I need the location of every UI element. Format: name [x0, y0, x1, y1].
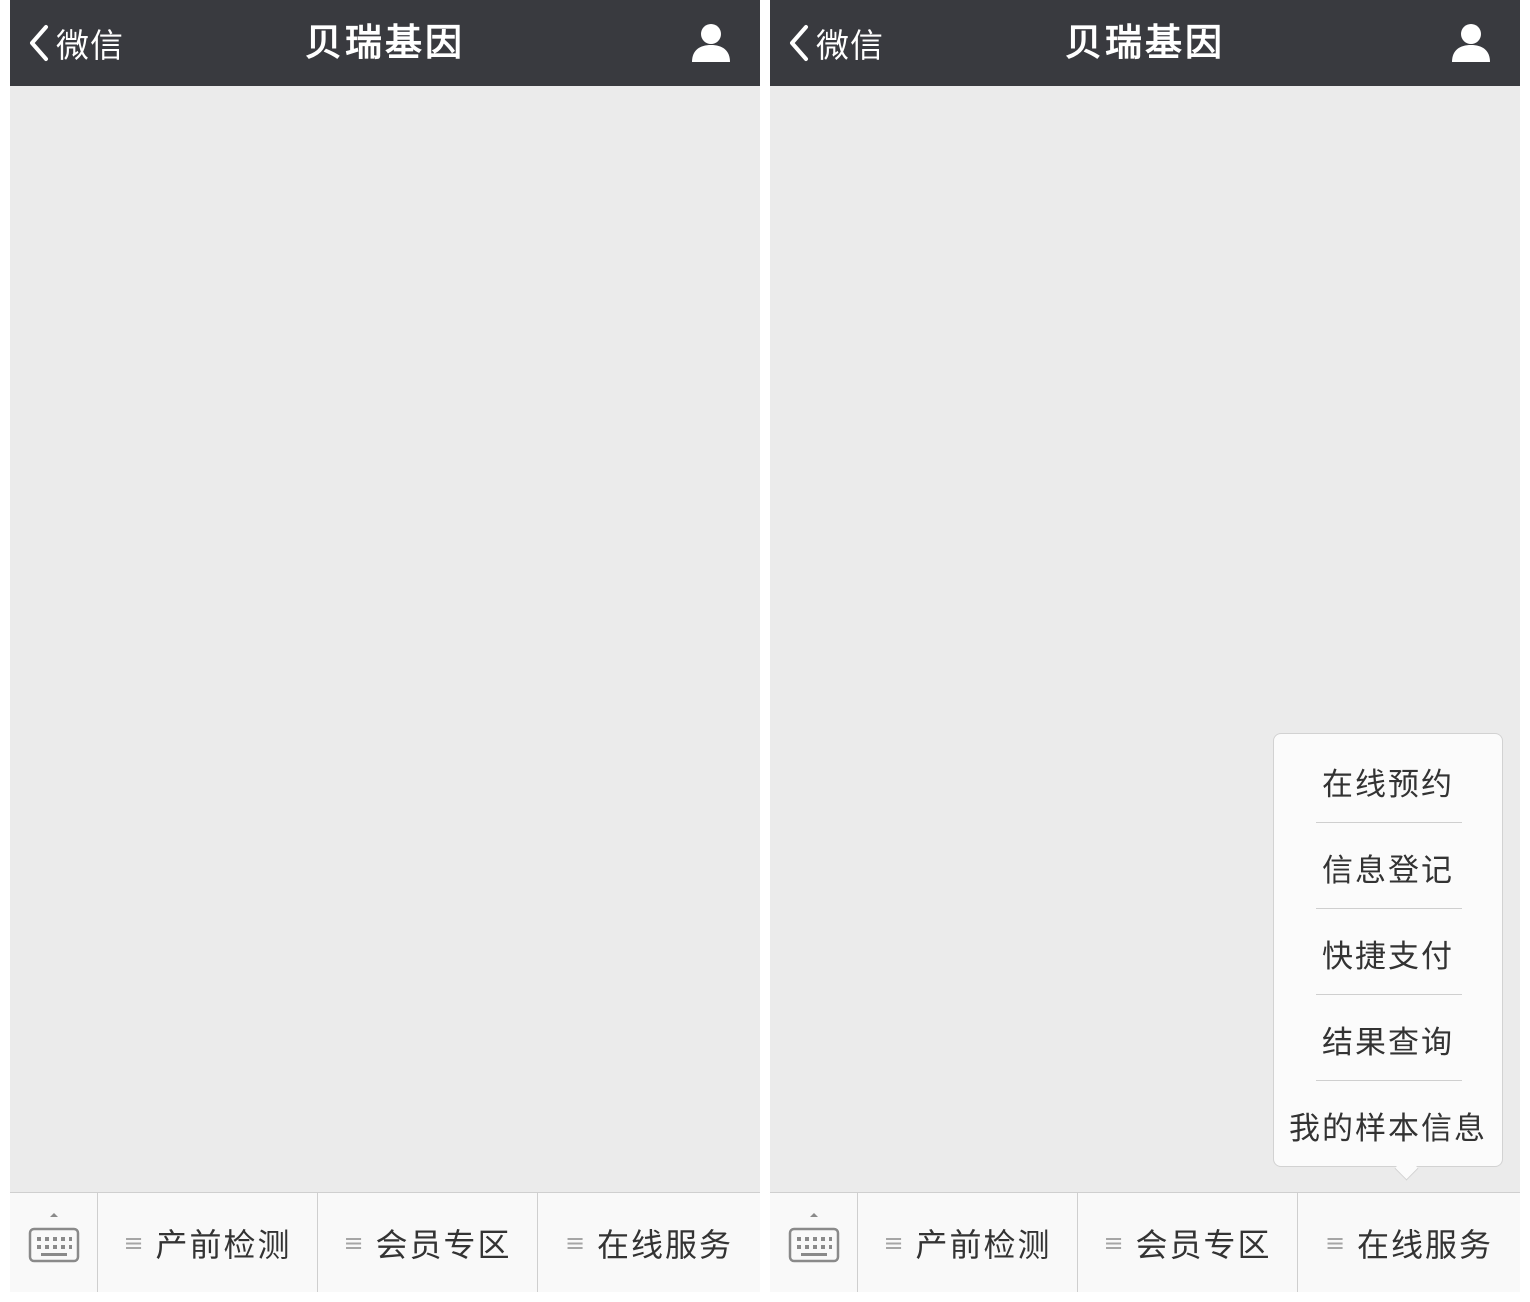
- menu-tab-member-zone[interactable]: ≡ 会员专区: [318, 1193, 538, 1292]
- menu-lines-icon: ≡: [343, 1228, 364, 1257]
- back-button[interactable]: 微信: [28, 0, 124, 86]
- menu-lines-icon: ≡: [883, 1228, 904, 1257]
- menu-tab-label: 会员专区: [1135, 1225, 1272, 1264]
- person-icon: [690, 24, 732, 68]
- menu-lines-icon: ≡: [123, 1228, 144, 1257]
- menu-lines-icon: ≡: [564, 1228, 586, 1257]
- submenu-divider: [1316, 994, 1462, 995]
- custom-menu-bar: ≡ 产前检测 ≡ 会员专区 ≡ 在线服务: [10, 1192, 760, 1292]
- menu-tab-online-service[interactable]: ≡ 在线服务: [538, 1193, 760, 1292]
- menu-tab-online-service[interactable]: ≡ 在线服务: [1298, 1193, 1520, 1292]
- menu-lines-icon: ≡: [1103, 1228, 1124, 1257]
- navbar: 微信 贝瑞基因: [770, 0, 1520, 86]
- back-button[interactable]: 微信: [788, 0, 884, 86]
- menu-lines-icon: ≡: [1324, 1228, 1346, 1257]
- profile-button[interactable]: [1450, 22, 1492, 64]
- menu-tab-prenatal-testing[interactable]: ≡ 产前检测: [858, 1193, 1078, 1292]
- profile-button[interactable]: [690, 22, 732, 64]
- chevron-left-icon: [28, 24, 50, 62]
- menu-tab-label: 在线服务: [597, 1225, 734, 1264]
- menu-tab-label: 产前检测: [155, 1225, 292, 1264]
- submenu-divider: [1316, 1080, 1462, 1081]
- submenu-item-result-query[interactable]: 结果查询: [1274, 996, 1502, 1082]
- custom-menu-bar: ≡ 产前检测 ≡ 会员专区 ≡ 在线服务: [770, 1192, 1520, 1292]
- menu-tab-member-zone[interactable]: ≡ 会员专区: [1078, 1193, 1298, 1292]
- navbar: 微信 贝瑞基因: [10, 0, 760, 86]
- online-service-submenu: 在线预约 信息登记 快捷支付 结果查询 我的样本信息: [1273, 733, 1503, 1167]
- menu-tab-prenatal-testing[interactable]: ≡ 产前检测: [98, 1193, 318, 1292]
- submenu-item-online-booking[interactable]: 在线预约: [1274, 738, 1502, 824]
- submenu-divider: [1316, 822, 1462, 823]
- chevron-left-icon: [788, 24, 810, 62]
- person-icon: [1450, 24, 1492, 68]
- submenu-divider: [1316, 908, 1462, 909]
- back-label: 微信: [816, 26, 884, 65]
- submenu-item-quick-payment[interactable]: 快捷支付: [1274, 910, 1502, 996]
- submenu-item-info-registration[interactable]: 信息登记: [1274, 824, 1502, 910]
- menu-tab-label: 在线服务: [1357, 1225, 1494, 1264]
- wechat-screen-right: 微信 贝瑞基因 在线预约 信息登记 快捷支付 结果查询 我的样本信息 ≡ 产前检…: [770, 0, 1520, 1292]
- chat-area: [10, 86, 760, 1192]
- keyboard-toggle-button[interactable]: [770, 1193, 858, 1292]
- back-label: 微信: [56, 26, 124, 65]
- submenu-item-my-sample-info[interactable]: 我的样本信息: [1274, 1082, 1502, 1168]
- menu-tab-label: 产前检测: [915, 1225, 1052, 1264]
- menu-tab-label: 会员专区: [375, 1225, 512, 1264]
- wechat-screen-left: 微信 贝瑞基因 ≡ 产前检测 ≡ 会员专区 ≡ 在线服务: [10, 0, 760, 1292]
- keyboard-toggle-button[interactable]: [10, 1193, 98, 1292]
